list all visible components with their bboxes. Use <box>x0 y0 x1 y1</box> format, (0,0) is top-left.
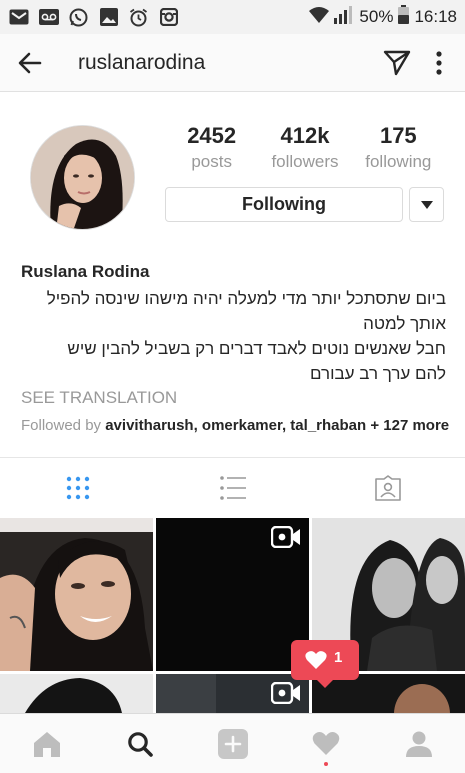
followed-by-users: avivitharush, omerkamer, tal_rhaban <box>105 417 367 434</box>
video-camera-icon <box>271 526 300 548</box>
nav-profile[interactable] <box>372 714 465 773</box>
clock-time: 16:18 <box>414 7 457 26</box>
wifi-icon <box>309 6 330 28</box>
back-button[interactable] <box>0 34 60 92</box>
bio-line: אותך למטה <box>363 314 446 333</box>
post-thumbnail[interactable] <box>0 674 153 713</box>
see-translation-link[interactable]: SEE TRANSLATION <box>21 388 177 408</box>
profile-view-tabs <box>0 458 465 518</box>
post-thumbnail-video[interactable] <box>156 674 309 713</box>
profile-username-title: ruslanarodina <box>78 50 206 74</box>
profile-header-bar: ruslanarodina <box>0 34 465 92</box>
arrow-left-icon <box>18 52 42 73</box>
heart-icon <box>305 651 327 669</box>
bio-line: חבל שאנשים נוטים לאבד דברים רק בשביל להב… <box>67 339 446 358</box>
followed-by[interactable]: Followed by avivitharush, omerkamer, tal… <box>21 417 449 434</box>
posts-label: posts <box>191 152 232 171</box>
nav-new-post[interactable] <box>186 714 279 773</box>
suggestions-dropdown-button[interactable] <box>409 187 444 222</box>
kebab-menu-icon <box>436 50 442 75</box>
posts-count: 2452 <box>187 123 237 148</box>
tab-tagged-photos[interactable] <box>310 458 465 518</box>
bottom-navigation <box>0 713 465 773</box>
grid-icon <box>66 476 89 500</box>
stat-followers[interactable]: 412k followers <box>258 122 351 172</box>
bio-line: להם ערך רב עבורם <box>309 364 446 383</box>
followed-by-more: + 127 more <box>370 417 450 434</box>
activity-dot <box>323 762 328 766</box>
search-icon <box>127 731 153 757</box>
profile-bio: ביום שתסתכל יותר מדי למעלה יהיה מישהו שי… <box>18 286 446 386</box>
followers-count: 412k <box>280 123 330 148</box>
paper-plane-icon <box>383 50 411 75</box>
profile-stats: 2452 posts 412k followers 175 following <box>165 122 445 172</box>
instagram-icon <box>158 8 179 27</box>
more-options-button[interactable] <box>421 34 457 92</box>
profile-avatar[interactable] <box>30 125 135 230</box>
followed-by-prefix: Followed by <box>21 417 102 434</box>
nav-activity[interactable] <box>279 714 372 773</box>
battery-icon <box>398 5 410 29</box>
post-thumbnail[interactable] <box>0 518 153 671</box>
alarm-icon <box>128 8 149 27</box>
plus-square-icon <box>217 728 248 759</box>
gallery-icon <box>98 8 119 27</box>
status-bar: 50% 16:18 <box>0 0 465 34</box>
whatsapp-icon <box>68 8 89 27</box>
stat-posts[interactable]: 2452 posts <box>165 122 258 172</box>
user-icon <box>405 731 432 757</box>
like-count: 1 <box>334 649 343 666</box>
list-icon <box>219 476 246 500</box>
gmail-icon <box>8 8 29 27</box>
stat-following[interactable]: 175 following <box>352 122 445 172</box>
tab-grid-view[interactable] <box>0 458 155 518</box>
heart-icon <box>312 731 339 755</box>
following-button[interactable]: Following <box>165 187 403 222</box>
posts-grid <box>0 518 465 713</box>
like-notification-badge[interactable]: 1 <box>291 640 359 688</box>
triangle-down-icon <box>420 200 433 209</box>
tab-list-view[interactable] <box>155 458 310 518</box>
profile-full-name: Ruslana Rodina <box>21 262 150 281</box>
following-count: 175 <box>379 123 417 148</box>
post-thumbnail-video[interactable] <box>156 518 309 671</box>
nav-home[interactable] <box>0 714 93 773</box>
following-label: following <box>365 152 432 171</box>
direct-message-button[interactable] <box>373 34 421 92</box>
signal-icon <box>334 5 354 29</box>
followers-label: followers <box>271 152 339 171</box>
voicemail-icon <box>38 8 59 27</box>
nav-search[interactable] <box>93 714 186 773</box>
bio-line: ביום שתסתכל יותר מדי למעלה יהיה מישהו שי… <box>46 289 446 308</box>
home-icon <box>33 731 60 757</box>
battery-percent: 50% <box>359 7 394 26</box>
tagged-person-icon <box>374 475 401 501</box>
